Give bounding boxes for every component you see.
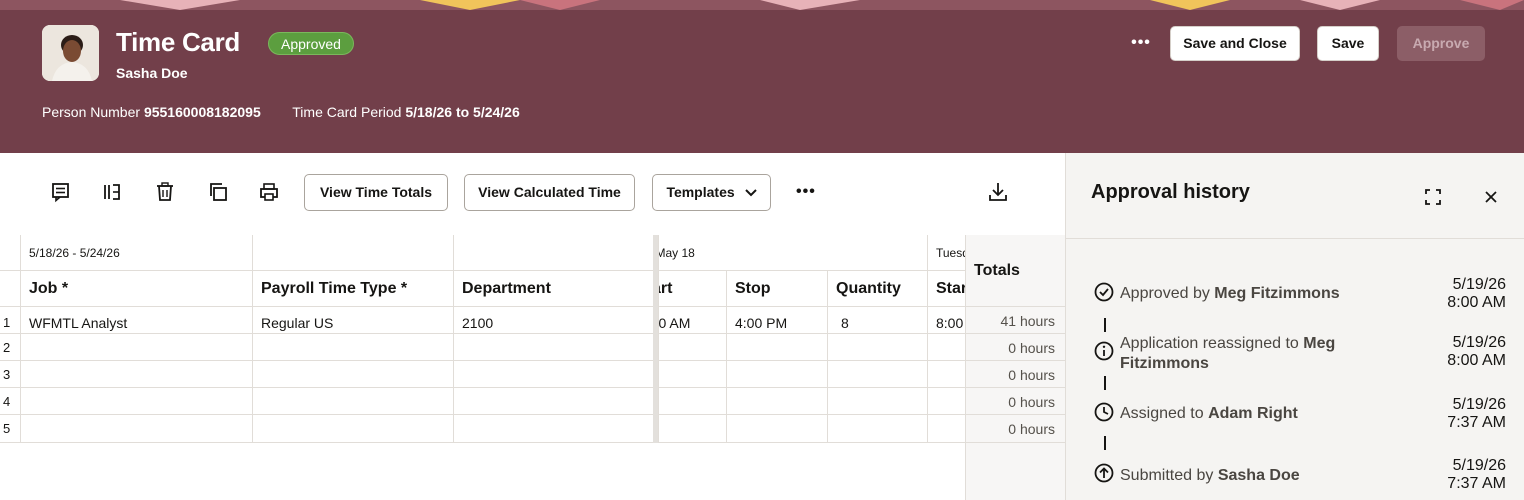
cell-department[interactable]: 2100 — [462, 315, 493, 331]
approval-event-3-datetime: 5/19/26 7:37 AM — [1447, 396, 1506, 431]
total-hours-row-4: 0 hours — [1008, 394, 1055, 410]
toolbar-more-button[interactable]: ••• — [796, 183, 816, 201]
view-time-totals-button[interactable]: View Time Totals — [304, 174, 448, 211]
approval-event-1: Approved by Meg Fitzimmons — [1120, 285, 1340, 302]
save-and-close-button[interactable]: Save and Close — [1170, 26, 1300, 61]
table-row: 3 — [0, 361, 965, 388]
templates-label: Templates — [666, 184, 735, 200]
total-hours-row-3: 0 hours — [1008, 367, 1055, 383]
templates-dropdown[interactable]: Templates — [652, 174, 771, 211]
timeline-connector — [1104, 376, 1106, 390]
column-header-stop: Stop — [735, 280, 771, 297]
totals-column: Totals 41 hours 0 hours 0 hours 0 hours … — [965, 235, 1066, 500]
table-row: 1 WFMTL Analyst Regular US 2100 8:00 AM … — [0, 307, 965, 334]
row-number: 4 — [3, 394, 11, 409]
info-circle-icon — [1094, 341, 1114, 361]
row-number: 3 — [3, 367, 11, 382]
avatar — [42, 25, 99, 81]
approve-button[interactable]: Approve — [1397, 26, 1485, 61]
header-pattern-decoration — [0, 0, 1524, 10]
approval-event-1-datetime: 5/19/26 8:00 AM — [1447, 276, 1506, 311]
header-more-button[interactable]: ••• — [1130, 34, 1152, 52]
comment-icon[interactable] — [50, 181, 72, 203]
panel-title: Approval history — [1091, 181, 1250, 203]
column-header-start-tuesday: Start — [936, 280, 965, 297]
copy-icon[interactable] — [207, 181, 229, 203]
grid-column-header-row: Job * Payroll Time Type * Department Sta… — [0, 271, 965, 307]
timecard-meta: Person Number 955160008182095 Time Card … — [42, 104, 520, 120]
page-header: Time Card Approved Sasha Doe Person Numb… — [0, 0, 1524, 153]
download-icon[interactable] — [987, 181, 1009, 203]
grid-toolbar: View Time Totals View Calculated Time Te… — [0, 153, 1065, 235]
total-hours-row-5: 0 hours — [1008, 421, 1055, 437]
column-header-job: Job * — [29, 280, 69, 297]
row-number: 2 — [3, 340, 11, 355]
check-circle-icon — [1094, 282, 1114, 302]
period-label: Time Card Period — [292, 104, 402, 120]
total-hours-row-1: 41 hours — [1000, 313, 1055, 329]
row-number: 1 — [3, 315, 11, 330]
cell-job[interactable]: WFMTL Analyst — [29, 315, 127, 331]
column-header-department: Department — [462, 280, 551, 297]
table-row: 4 — [0, 388, 965, 415]
period-header: 5/18/26 - 5/24/26 — [29, 246, 120, 260]
delete-icon[interactable] — [154, 181, 176, 203]
arrow-up-circle-icon — [1094, 463, 1114, 483]
status-badge: Approved — [268, 32, 354, 55]
person-number-label: Person Number — [42, 104, 141, 120]
cell-start-tuesday[interactable]: 8:00 AM — [936, 315, 965, 331]
view-calculated-time-button[interactable]: View Calculated Time — [464, 174, 635, 211]
person-number-value: 955160008182095 — [143, 104, 261, 120]
totals-header: Totals — [974, 262, 1020, 279]
approval-event-4-datetime: 5/19/26 7:37 AM — [1447, 457, 1506, 492]
person-name: Sasha Doe — [116, 65, 188, 81]
approval-history-panel: Approval history Approved by Meg Fitzimm… — [1065, 153, 1524, 500]
timeline-connector — [1104, 436, 1106, 450]
time-entry-grid: 5/18/26 - 5/24/26 Monday, May 18 Tuesday… — [0, 235, 965, 500]
cell-stop[interactable]: 4:00 PM — [735, 315, 787, 331]
close-icon[interactable] — [1482, 188, 1500, 206]
table-row: 5 — [0, 415, 965, 443]
expand-icon[interactable] — [1423, 187, 1443, 207]
frozen-column-splitter[interactable] — [653, 235, 658, 443]
grid-period-header-row: 5/18/26 - 5/24/26 Monday, May 18 Tuesday… — [0, 235, 965, 271]
clock-icon — [1094, 402, 1114, 422]
chevron-down-icon — [744, 189, 757, 197]
approval-event-2-datetime: 5/19/26 8:00 AM — [1447, 334, 1506, 369]
column-header-quantity: Quantity — [836, 280, 901, 297]
total-hours-row-2: 0 hours — [1008, 340, 1055, 356]
table-row: 2 — [0, 334, 965, 361]
row-number: 5 — [3, 421, 11, 436]
cell-quantity[interactable]: 8 — [841, 315, 849, 331]
approval-event-2: Application reassigned to Meg Fitzimmons — [1120, 335, 1336, 372]
timeline-connector — [1104, 318, 1106, 332]
approval-event-3: Assigned to Adam Right — [1120, 405, 1298, 422]
print-icon[interactable] — [258, 181, 280, 203]
column-header-payroll-time-type: Payroll Time Type * — [261, 280, 408, 297]
period-value: 5/18/26 to 5/24/26 — [405, 104, 520, 120]
approval-event-4: Submitted by Sasha Doe — [1120, 467, 1300, 484]
day-header-monday: Monday, May 18 — [659, 246, 695, 260]
cell-start[interactable]: 8:00 AM — [659, 315, 690, 331]
cell-payroll-time-type[interactable]: Regular US — [261, 315, 333, 331]
save-button[interactable]: Save — [1317, 26, 1379, 61]
column-header-start: Start — [659, 280, 673, 297]
day-header-tuesday: Tuesday, May 19 — [936, 246, 965, 260]
page-title: Time Card — [116, 27, 240, 57]
column-settings-icon[interactable] — [101, 181, 123, 203]
